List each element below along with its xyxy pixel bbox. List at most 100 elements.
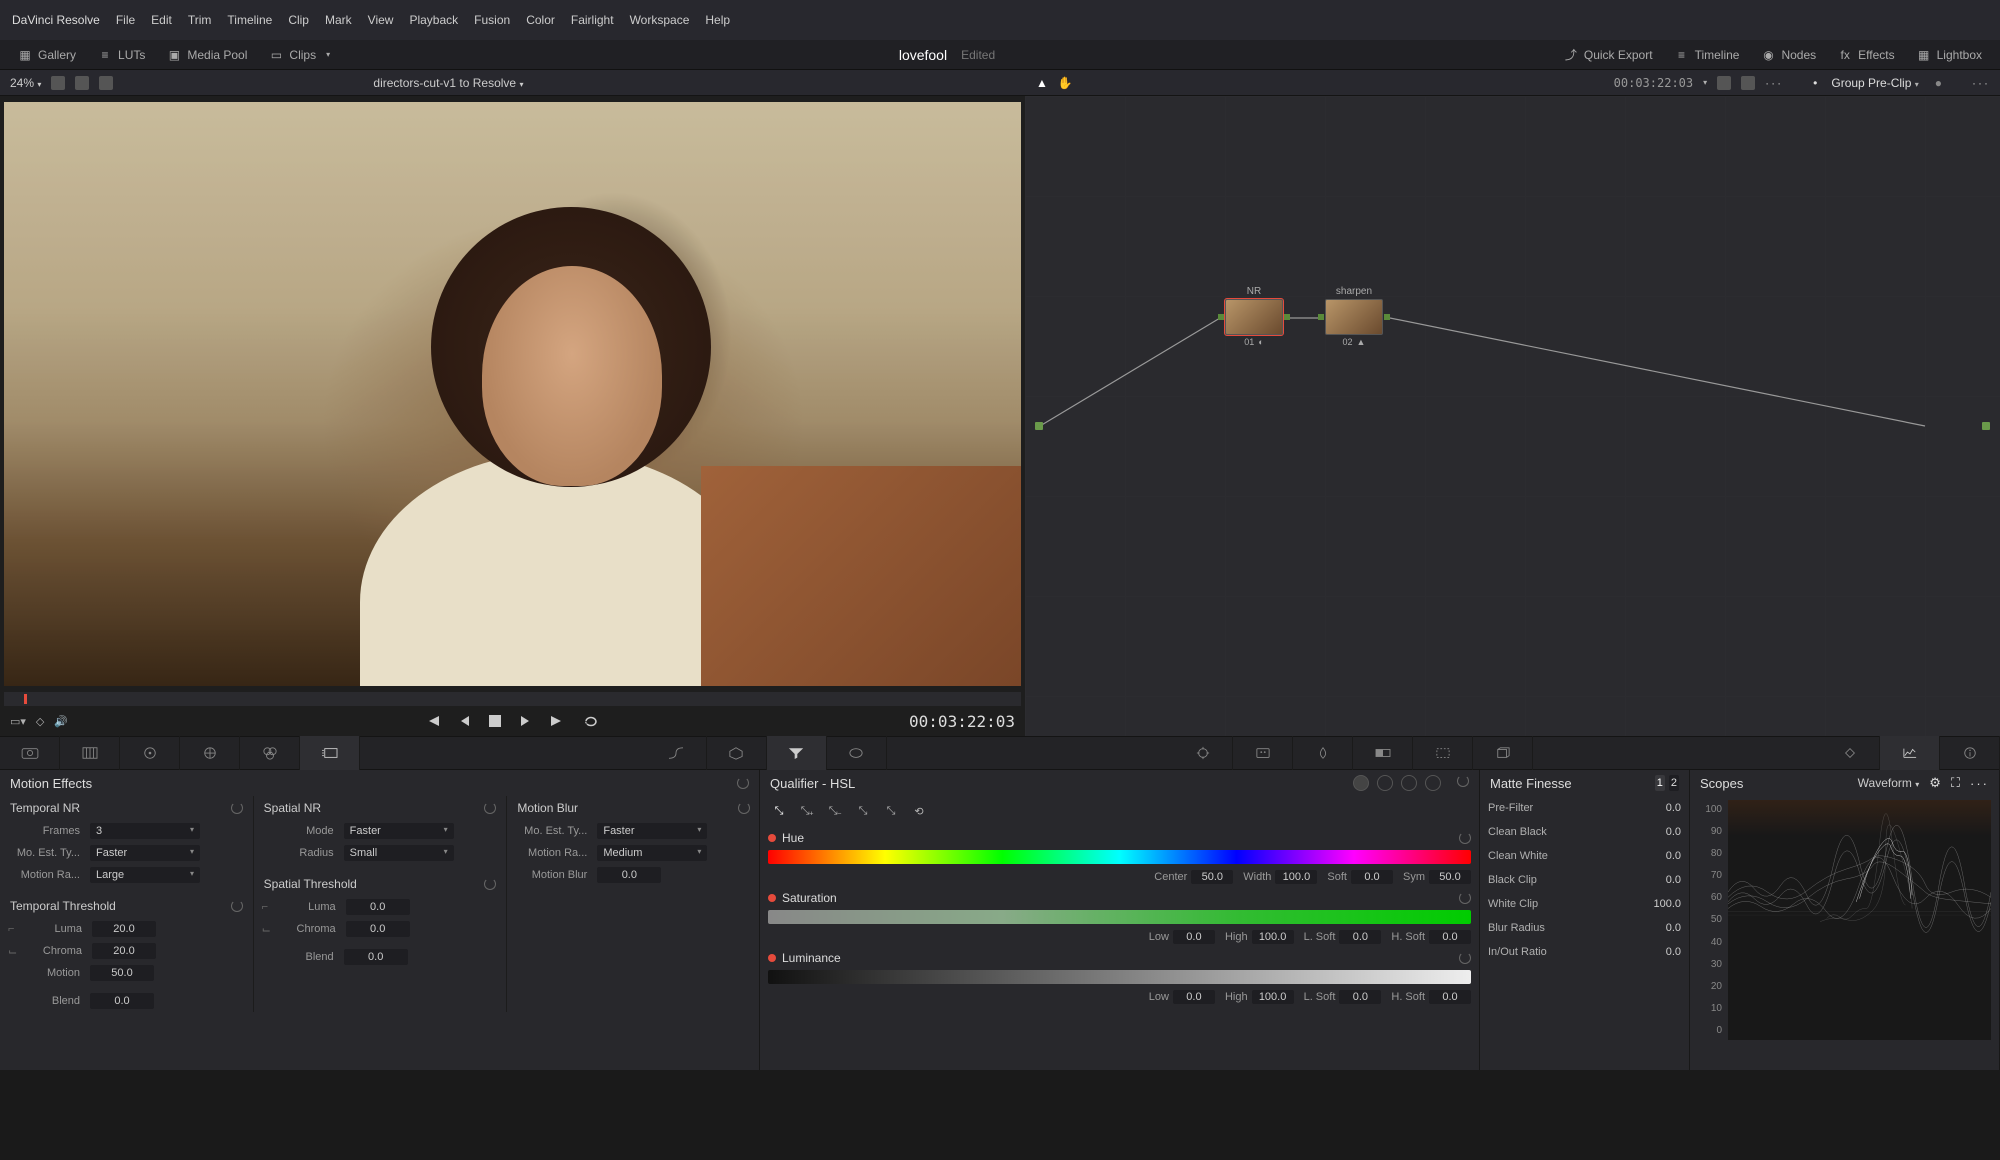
scrub-bar[interactable] [4, 692, 1021, 706]
palette-info[interactable] [1940, 736, 2000, 770]
chroma-value[interactable]: 0.0 [346, 921, 410, 937]
more-icon[interactable]: ··· [1765, 76, 1783, 90]
motion-blur-value[interactable]: 0.0 [597, 867, 661, 883]
mf-param-value[interactable]: 0.0 [1666, 826, 1681, 838]
split-view-icon[interactable]: ▭▾ [10, 715, 26, 728]
hue-soft[interactable]: 0.0 [1351, 870, 1393, 884]
palette-color-warper[interactable] [707, 736, 767, 770]
menu-view[interactable]: View [368, 13, 394, 27]
saturation-gradient[interactable] [768, 910, 1471, 924]
graph-output-icon[interactable] [1982, 422, 1990, 430]
menu-color[interactable]: Color [526, 13, 555, 27]
palette-magic-mask[interactable] [1233, 736, 1293, 770]
qualifier-mode-3d-icon[interactable] [1425, 775, 1441, 791]
qualifier-mode-rgb-icon[interactable] [1377, 775, 1393, 791]
menu-fairlight[interactable]: Fairlight [571, 13, 614, 27]
more-icon[interactable]: ··· [1972, 76, 1990, 90]
palette-camera-raw[interactable] [0, 736, 60, 770]
audio-icon[interactable]: 🔊 [54, 715, 68, 728]
eyedropper-icon[interactable]: ⤡ [770, 802, 788, 820]
qualifier-mode-hsl-icon[interactable] [1353, 775, 1369, 791]
palette-3d[interactable] [1473, 736, 1533, 770]
nodes-button[interactable]: ◉Nodes [1753, 44, 1824, 66]
clips-button[interactable]: ▭Clips▾ [261, 44, 338, 66]
enable-dot-icon[interactable] [768, 894, 776, 902]
lightbox-button[interactable]: ▦Lightbox [1909, 44, 1990, 66]
reset-icon[interactable] [1459, 892, 1471, 904]
sat-high[interactable]: 100.0 [1252, 930, 1294, 944]
palette-sizing[interactable] [1413, 736, 1473, 770]
menu-file[interactable]: File [116, 13, 135, 27]
invert-icon[interactable]: ⟲ [910, 802, 928, 820]
node-graph[interactable]: NR 01◐ sharpen 02▲ [1025, 96, 2000, 736]
mf-param-value[interactable]: 0.0 [1666, 922, 1681, 934]
qualifier-mode-lum-icon[interactable] [1401, 775, 1417, 791]
node-sharpen[interactable]: sharpen 02▲ [1325, 286, 1383, 347]
link-icon[interactable]: ⌐ [8, 923, 22, 935]
palette-curves[interactable] [647, 736, 707, 770]
link-icon[interactable]: ⌐ [262, 901, 276, 913]
sat-hsoft[interactable]: 0.0 [1429, 930, 1471, 944]
eyedropper-sub-icon[interactable]: ⤡₋ [826, 802, 844, 820]
soft-sub-icon[interactable]: ⤡ [882, 802, 900, 820]
lum-low[interactable]: 0.0 [1173, 990, 1215, 1004]
enable-dot-icon[interactable] [768, 834, 776, 842]
palette-hdr[interactable] [180, 736, 240, 770]
mf-param-value[interactable]: 0.0 [1666, 802, 1681, 814]
loop-icon[interactable] [583, 714, 601, 728]
viewer-zoom[interactable]: 24% ▾ [10, 76, 41, 90]
stop-icon[interactable] [489, 715, 501, 727]
palette-blur[interactable] [1293, 736, 1353, 770]
last-frame-icon[interactable] [549, 714, 565, 728]
reset-icon[interactable] [1459, 952, 1471, 964]
link-icon[interactable]: ⌙ [262, 923, 276, 936]
sub-timecode[interactable]: 00:03:22:03 [1614, 76, 1693, 90]
menu-timeline[interactable]: Timeline [227, 13, 272, 27]
palette-rgb-mixer[interactable] [240, 736, 300, 770]
menu-edit[interactable]: Edit [151, 13, 172, 27]
menu-playback[interactable]: Playback [409, 13, 458, 27]
sat-lsoft[interactable]: 0.0 [1339, 930, 1381, 944]
mo-est-dropdown[interactable]: Faster [597, 823, 707, 839]
more-icon[interactable]: ··· [1970, 776, 1989, 791]
gallery-button[interactable]: ▦Gallery [10, 44, 84, 66]
pointer-tool-icon[interactable]: ▲ [1036, 76, 1048, 90]
reset-icon[interactable] [738, 802, 750, 814]
palette-qualifier[interactable] [767, 736, 827, 770]
hue-sym[interactable]: 50.0 [1429, 870, 1471, 884]
menu-mark[interactable]: Mark [325, 13, 352, 27]
mode-dropdown[interactable]: Faster [344, 823, 454, 839]
reset-icon[interactable] [484, 802, 496, 814]
palette-color-match[interactable] [60, 736, 120, 770]
mf-param-value[interactable]: 0.0 [1666, 946, 1681, 958]
mf-param-value[interactable]: 0.0 [1666, 874, 1681, 886]
frames-dropdown[interactable]: 3 [90, 823, 200, 839]
graph-input-icon[interactable] [1035, 422, 1043, 430]
chroma-value[interactable]: 20.0 [92, 943, 156, 959]
lum-high[interactable]: 100.0 [1252, 990, 1294, 1004]
node-mode-selector[interactable]: Group Pre-Clip ▾ [1831, 76, 1918, 90]
reset-icon[interactable] [231, 900, 243, 912]
view-mode-icon[interactable] [51, 76, 65, 90]
palette-keyframe[interactable] [1820, 736, 1880, 770]
luts-button[interactable]: ≡LUTs [90, 44, 153, 66]
hue-gradient[interactable] [768, 850, 1471, 864]
media-pool-button[interactable]: ▣Media Pool [159, 44, 255, 66]
palette-window[interactable] [827, 736, 887, 770]
lum-hsoft[interactable]: 0.0 [1429, 990, 1471, 1004]
scope-settings-icon[interactable]: ⚙ [1929, 775, 1941, 791]
lum-lsoft[interactable]: 0.0 [1339, 990, 1381, 1004]
menu-trim[interactable]: Trim [188, 13, 212, 27]
hand-tool-icon[interactable]: ✋ [1058, 76, 1073, 90]
reset-icon[interactable] [1457, 775, 1469, 787]
menu-workspace[interactable]: Workspace [630, 13, 690, 27]
reset-icon[interactable] [231, 802, 243, 814]
mf-tab-2[interactable]: 2 [1669, 775, 1679, 791]
reset-icon[interactable] [1459, 832, 1471, 844]
luminance-gradient[interactable] [768, 970, 1471, 984]
mf-param-value[interactable]: 0.0 [1666, 850, 1681, 862]
palette-key[interactable] [1353, 736, 1413, 770]
motion-range-dropdown[interactable]: Medium [597, 845, 707, 861]
blend-value[interactable]: 0.0 [90, 993, 154, 1009]
first-frame-icon[interactable] [425, 714, 441, 728]
